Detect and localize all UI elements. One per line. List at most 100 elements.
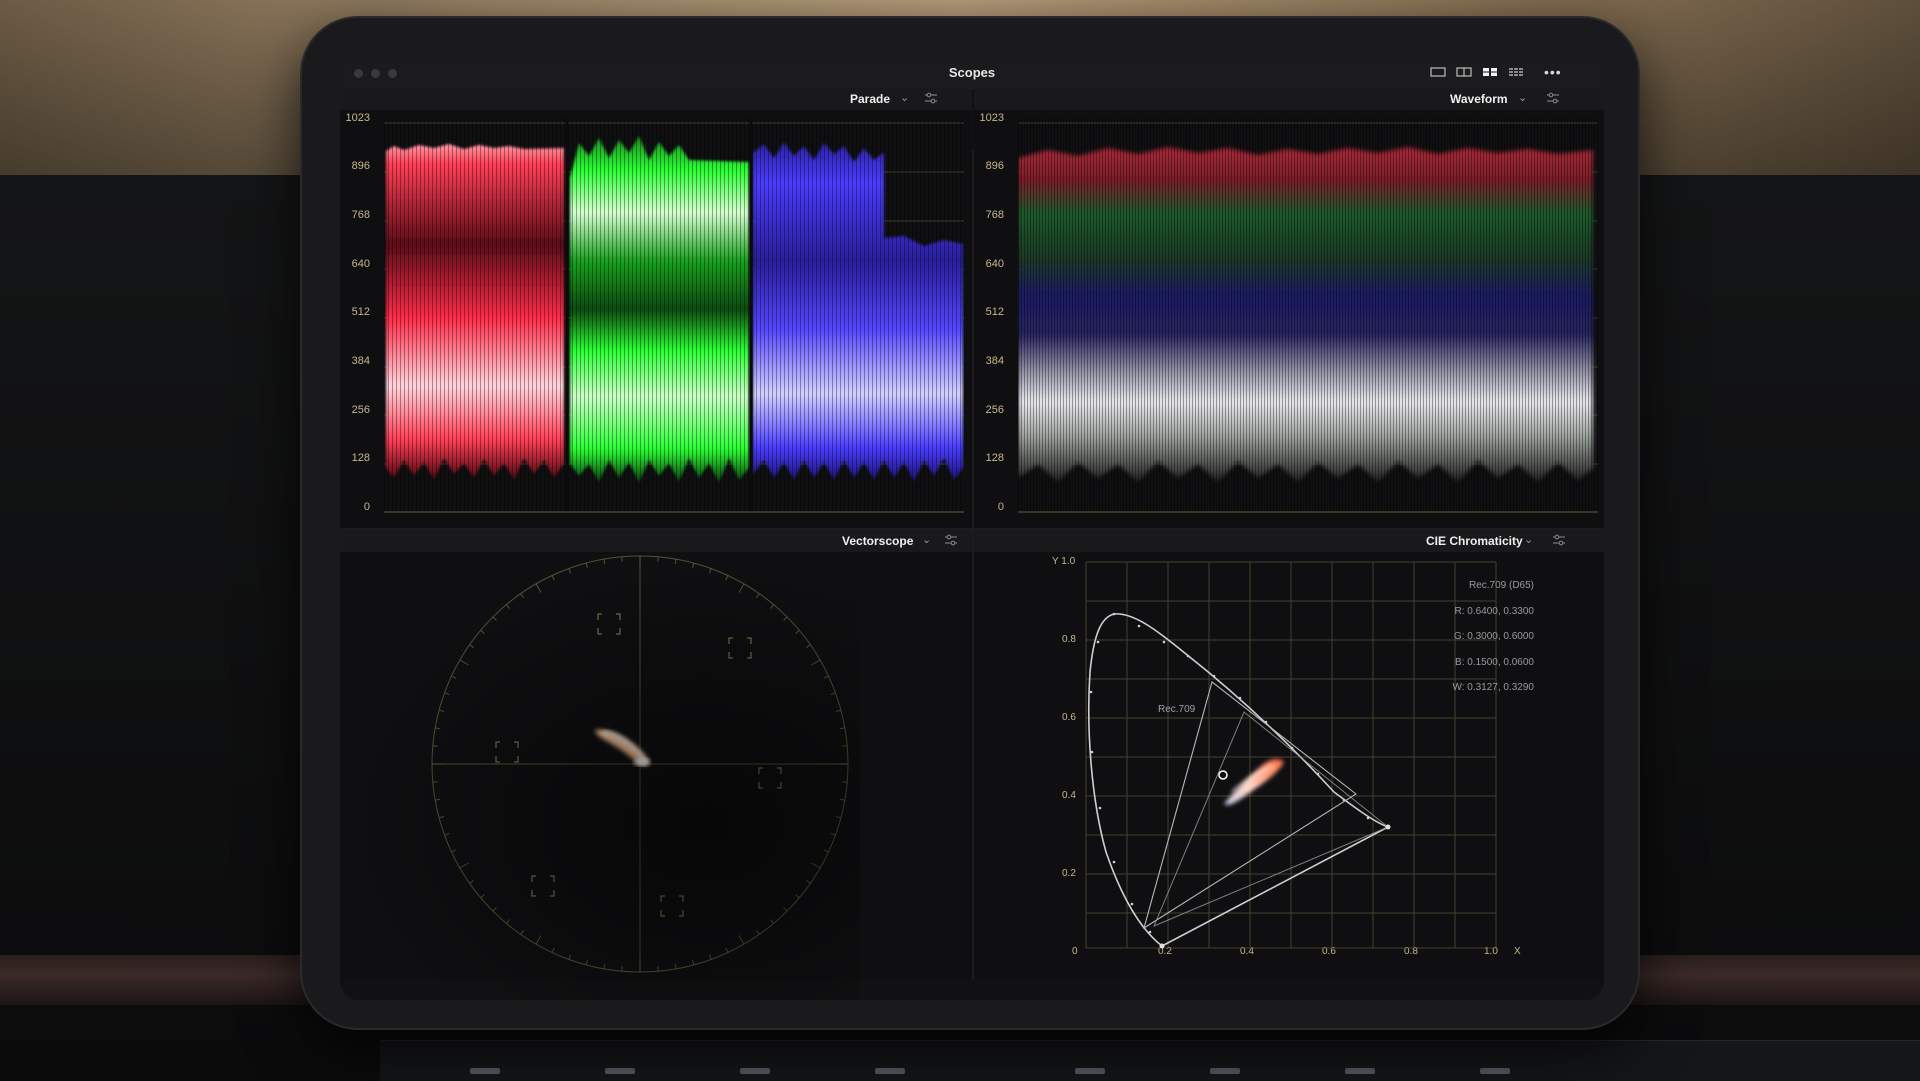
vectorscope-tick	[831, 693, 836, 695]
locus-tick	[1099, 807, 1102, 810]
parade-settings-icon[interactable]	[924, 91, 938, 108]
vectorscope-tick	[439, 710, 444, 711]
parade-tick-0: 0	[340, 501, 370, 513]
vectorscope-tick	[470, 880, 474, 883]
parade-plot	[384, 118, 964, 513]
vectorscope-tick	[521, 930, 524, 934]
vectorscope-tick	[481, 630, 485, 633]
rec709-gamut-label: Rec.709	[1158, 704, 1195, 715]
vectorscope-tick	[784, 617, 788, 621]
waveform-settings-icon[interactable]	[1546, 91, 1560, 108]
vectorscope-tick	[675, 559, 676, 564]
chevron-down-icon[interactable]: ⌄	[1524, 533, 1533, 546]
scopes-window: Scopes ••• Parade ⌄ 1023 896 768 640 512…	[340, 58, 1604, 1000]
vectorscope-tick	[784, 908, 788, 912]
locus-tick	[1090, 691, 1093, 694]
cie-info-red-primary: R: 0.6400, 0.3300	[1414, 606, 1534, 617]
vectorscope-tick	[435, 728, 440, 729]
vectorscope-tick	[460, 660, 469, 665]
vectorscope-tick	[604, 559, 605, 564]
keyboard-key	[1075, 1068, 1105, 1074]
quad-view-icon[interactable]	[1482, 66, 1498, 78]
vectorscope-tick	[806, 880, 810, 883]
panel-divider-vertical	[972, 150, 974, 980]
parade-tick-256: 256	[340, 404, 370, 416]
waveform-tick-256: 256	[972, 404, 1004, 416]
chevron-down-icon[interactable]: ⌄	[1518, 91, 1527, 104]
more-options-icon[interactable]: •••	[1544, 64, 1562, 80]
keyboard-key	[1345, 1068, 1375, 1074]
vectorscope-tick	[796, 894, 800, 897]
keyboard-key	[605, 1068, 635, 1074]
chevron-down-icon[interactable]: ⌄	[922, 533, 931, 546]
vectorscope-tick	[451, 850, 456, 852]
title-bar: Scopes •••	[340, 58, 1604, 89]
parade-tick-1023: 1023	[340, 112, 370, 124]
keyboard-key	[470, 1068, 500, 1074]
vectorscope-tick	[709, 955, 711, 960]
vectorscope-tick	[445, 833, 450, 835]
vectorscope-tick	[493, 908, 497, 912]
locus-tick	[1113, 861, 1116, 864]
locus-tick	[1131, 903, 1134, 906]
locus-tick	[1367, 817, 1370, 820]
locus-tick	[1149, 931, 1152, 934]
locus-tick	[1138, 625, 1141, 628]
vectorscope-tick	[709, 569, 711, 574]
waveform-tick-768: 768	[972, 209, 1004, 221]
waveform-tick-896: 896	[972, 160, 1004, 172]
vectorscope-tick	[445, 693, 450, 695]
vectorscope-tick	[836, 710, 841, 711]
vectorscope-tick	[435, 799, 440, 800]
locus-tick	[1113, 613, 1116, 616]
vectorscope-tick	[836, 817, 841, 818]
parade-panel: Parade ⌄ 1023 896 768 640 512 384 256 12…	[340, 88, 972, 528]
parade-scope-selector[interactable]: Parade	[850, 92, 890, 106]
vectorscope-tick	[481, 894, 485, 897]
vectorscope-tick	[536, 584, 541, 593]
single-view-icon[interactable]	[1430, 66, 1446, 78]
vectorscope-tick	[824, 850, 829, 852]
vectorscope-settings-icon[interactable]	[944, 533, 958, 550]
waveform-tick-0: 0	[972, 501, 1004, 513]
vectorscope-tick	[569, 955, 571, 960]
vectorscope-tick	[693, 960, 694, 965]
parade-header: Parade ⌄	[340, 88, 972, 110]
vectorscope-tick	[811, 863, 820, 868]
locus-tick	[1213, 675, 1216, 678]
parade-tick-768: 768	[340, 209, 370, 221]
window-title: Scopes	[340, 65, 1604, 80]
vectorscope-tick	[756, 594, 759, 598]
parade-tick-128: 128	[340, 452, 370, 464]
vectorscope-tick	[675, 964, 676, 969]
two-up-view-icon[interactable]	[1456, 66, 1472, 78]
cie-scope-selector[interactable]: CIE Chromaticity	[1426, 534, 1523, 548]
vectorscope-tick	[493, 617, 497, 621]
cie-info-green-primary: G: 0.3000, 0.6000	[1414, 631, 1534, 642]
vectorscope-tick	[770, 920, 773, 924]
keyboard-key	[740, 1068, 770, 1074]
cie-settings-icon[interactable]	[1552, 533, 1566, 550]
vectorscope-plot	[340, 552, 972, 980]
vectorscope-tick	[506, 605, 509, 609]
keyboard	[380, 1040, 1920, 1081]
cie-header: CIE Chromaticity ⌄	[974, 530, 1604, 552]
vectorscope-tick	[586, 563, 587, 568]
cie-info-blue-primary: B: 0.1500, 0.0600	[1414, 657, 1534, 668]
waveform-plot	[1018, 118, 1598, 513]
vectorscope-tick	[586, 960, 587, 965]
locus-tick	[1091, 751, 1094, 754]
chevron-down-icon[interactable]: ⌄	[900, 91, 909, 104]
vectorscope-scope-selector[interactable]: Vectorscope	[842, 534, 913, 548]
keyboard-key	[1480, 1068, 1510, 1074]
grid-view-icon[interactable]	[1508, 66, 1524, 78]
locus-tick	[1187, 655, 1190, 658]
vectorscope-tick	[451, 676, 456, 678]
cie-panel: CIE Chromaticity ⌄ Y 1.0 0.8 0.6 0.4 0.2…	[974, 530, 1604, 980]
cie-info-standard: Rec.709 (D65)	[1414, 580, 1534, 591]
waveform-tick-512: 512	[972, 306, 1004, 318]
waveform-tick-640: 640	[972, 258, 1004, 270]
panel-divider-horizontal	[340, 528, 1604, 530]
waveform-scope-selector[interactable]: Waveform	[1450, 92, 1508, 106]
vectorscope-tick	[569, 569, 571, 574]
